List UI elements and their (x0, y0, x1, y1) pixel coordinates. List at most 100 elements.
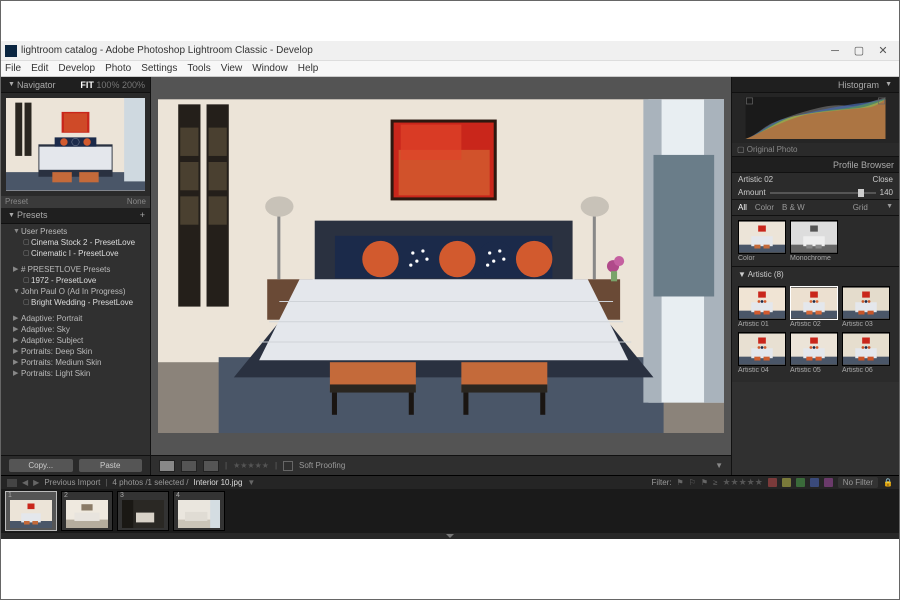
preset-item[interactable]: ▢Cinematic I - PresetLove (1, 248, 150, 259)
current-profile-name: Artistic 02 (738, 175, 773, 184)
navigator-thumbnail (6, 98, 145, 191)
histogram-label: Histogram (838, 80, 879, 90)
original-photo-label: Original Photo (747, 145, 798, 154)
navigator-header[interactable]: ▼ Navigator FIT 100% 200% (1, 77, 150, 93)
window-title: lightroom catalog - Adobe Photoshop Ligh… (21, 45, 313, 56)
preset-item[interactable]: ▶Adaptive: Sky (1, 324, 150, 335)
artistic-section-header[interactable]: ▼ Artistic (8) (732, 266, 899, 282)
before-after-tb-button[interactable] (203, 460, 219, 472)
preset-item[interactable]: ▶Portraits: Deep Skin (1, 346, 150, 357)
favorites-grid: Color Monochrome (732, 216, 899, 266)
filmstrip-thumb[interactable]: 1 (5, 491, 57, 531)
navigator-preview[interactable] (1, 93, 150, 196)
zoom-100[interactable]: 100% (96, 80, 119, 90)
filter-stars[interactable]: ★★★★★ (722, 477, 762, 488)
preset-strip: Preset None (1, 196, 150, 208)
chevron-down-icon: ▼ (8, 81, 15, 88)
menu-photo[interactable]: Photo (105, 63, 131, 74)
filter-label-red[interactable] (768, 478, 777, 487)
softproof-checkbox[interactable] (283, 461, 293, 471)
profile-thumb[interactable]: Artistic 01 (738, 286, 786, 328)
rating-stars[interactable]: ★★★★★ (233, 461, 269, 470)
nav-next-icon[interactable]: ▶ (33, 478, 39, 487)
menu-window[interactable]: Window (252, 63, 288, 74)
close-profile-browser[interactable]: Close (873, 175, 893, 184)
preset-item[interactable]: ▢1972 - PresetLove (1, 275, 150, 286)
preset-group[interactable]: ▼John Paul O (Ad In Progress) (1, 286, 150, 297)
preset-strip-label: Preset (5, 197, 28, 206)
rating-geq[interactable]: ≥ (713, 478, 717, 487)
grid-view-label[interactable]: Grid (853, 203, 868, 212)
filmstrip-track[interactable]: 1234 (1, 489, 899, 533)
paste-button[interactable]: Paste (79, 459, 143, 472)
preset-item[interactable]: ▢Bright Wedding - PresetLove (1, 297, 150, 308)
preset-item[interactable]: ▶Adaptive: Subject (1, 335, 150, 346)
profile-thumb[interactable]: Color (738, 220, 786, 262)
menu-edit[interactable]: Edit (31, 63, 48, 74)
flag-unflagged-icon[interactable]: ⚐ (689, 478, 696, 487)
filter-label-green[interactable] (796, 478, 805, 487)
menubar: File Edit Develop Photo Settings Tools V… (1, 61, 899, 77)
info-icon: ▢ (737, 145, 745, 154)
zoom-200[interactable]: 200% (122, 80, 145, 90)
amount-value: 140 (880, 188, 893, 197)
preset-item[interactable]: ▶Portraits: Light Skin (1, 368, 150, 379)
main-photo[interactable] (158, 83, 724, 449)
close-button[interactable]: ✕ (871, 41, 895, 61)
preset-item[interactable]: ▶Adaptive: Portrait (1, 313, 150, 324)
menu-develop[interactable]: Develop (58, 63, 95, 74)
tab-color[interactable]: Color (755, 203, 774, 212)
histogram-display[interactable] (732, 93, 899, 143)
flag-rejected-icon[interactable]: ⚑ (701, 478, 708, 487)
loupe-view-button[interactable] (159, 460, 175, 472)
profile-thumb[interactable]: Artistic 03 (842, 286, 890, 328)
app-icon (5, 45, 17, 57)
menu-file[interactable]: File (5, 63, 21, 74)
amount-slider[interactable] (770, 192, 876, 194)
profile-thumb[interactable]: Monochrome (790, 220, 838, 262)
filter-label-purple[interactable] (824, 478, 833, 487)
zoom-fit[interactable]: FIT (80, 80, 94, 90)
before-after-lr-button[interactable] (181, 460, 197, 472)
maximize-button[interactable]: ▢ (847, 41, 871, 61)
profile-thumb[interactable]: Artistic 04 (738, 332, 786, 374)
presets-add-icon[interactable]: + (140, 210, 145, 220)
navigator-label: Navigator (17, 80, 56, 90)
menu-settings[interactable]: Settings (141, 63, 177, 74)
amount-label: Amount (738, 188, 766, 197)
profile-thumb[interactable]: Artistic 05 (790, 332, 838, 374)
profile-browser-header[interactable]: Profile Browser (732, 157, 899, 173)
filmstrip-thumb[interactable]: 4 (173, 491, 225, 531)
copy-button[interactable]: Copy... (9, 459, 73, 472)
menu-tools[interactable]: Tools (187, 63, 210, 74)
filmstrip-thumb[interactable]: 3 (117, 491, 169, 531)
histogram-header[interactable]: Histogram ▼ (732, 77, 899, 93)
tab-bw[interactable]: B & W (782, 203, 805, 212)
minimize-button[interactable]: ─ (823, 41, 847, 61)
nav-prev-icon[interactable]: ◀ (22, 478, 28, 487)
filter-label-blue[interactable] (810, 478, 819, 487)
menu-help[interactable]: Help (298, 63, 319, 74)
titlebar: lightroom catalog - Adobe Photoshop Ligh… (1, 41, 899, 61)
profile-thumb[interactable]: Artistic 02 (790, 286, 838, 328)
filter-preset[interactable]: No Filter (838, 477, 878, 488)
profile-thumb[interactable]: Artistic 06 (842, 332, 890, 374)
toolbar-menu-icon[interactable]: ▼ (715, 461, 723, 470)
artistic-grid: Artistic 01 Artistic 02 Artistic 03 Arti… (732, 282, 899, 378)
filmstrip-thumb[interactable]: 2 (61, 491, 113, 531)
preset-group[interactable]: ▶# PRESETLOVE Presets (1, 264, 150, 275)
preset-item[interactable]: ▢Cinema Stock 2 - PresetLove (1, 237, 150, 248)
filter-label-yellow[interactable] (782, 478, 791, 487)
flag-picked-icon[interactable]: ⚑ (677, 478, 684, 487)
preset-group[interactable]: ▼User Presets (1, 226, 150, 237)
presets-header[interactable]: ▼ Presets + (1, 208, 150, 224)
menu-view[interactable]: View (221, 63, 243, 74)
preset-item[interactable]: ▶Portraits: Medium Skin (1, 357, 150, 368)
filmstrip-source[interactable]: Previous Import (44, 478, 100, 487)
chevron-down-icon: ▼ (8, 212, 15, 219)
tab-all[interactable]: All (738, 203, 747, 212)
filter-label: Filter: (652, 478, 672, 487)
secondary-toolbar: | ★★★★★ | Soft Proofing ▼ (151, 455, 731, 475)
secondary-display-button[interactable] (7, 479, 17, 487)
filter-lock-icon[interactable]: 🔒 (883, 478, 893, 487)
